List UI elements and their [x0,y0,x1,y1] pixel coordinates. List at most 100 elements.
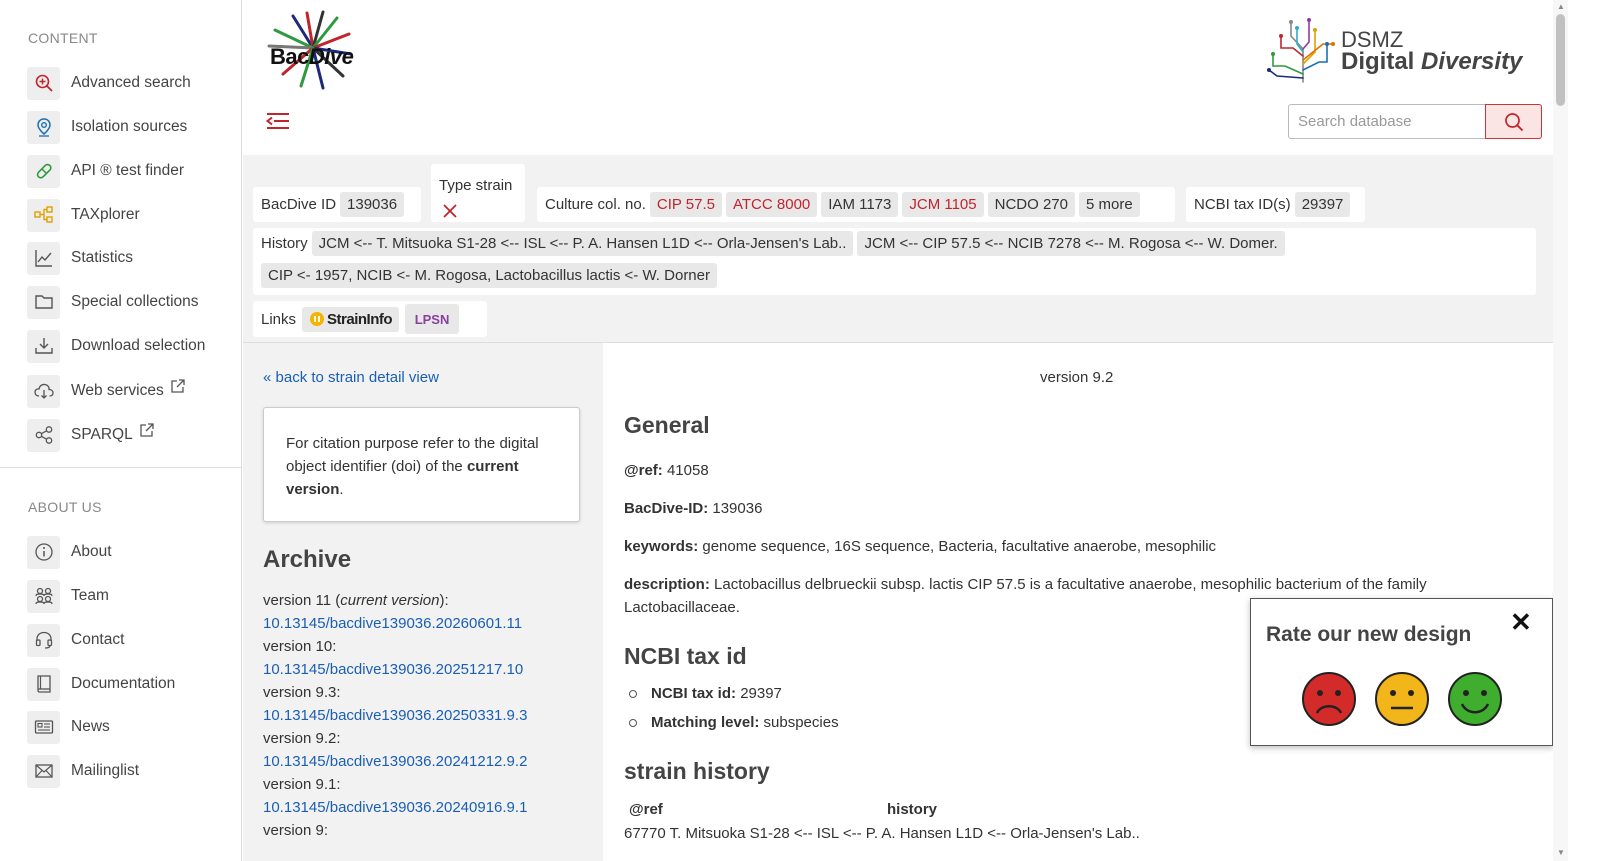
type-strain-label: Type strain [439,177,513,194]
straininfo-link[interactable]: StrainInfo [302,306,400,332]
sidebar-item-label: Web services [71,382,164,399]
culture-chip[interactable]: JCM 1105 [902,192,984,217]
external-link-icon [140,423,154,437]
culture-chip: NCDO 270 [987,192,1075,217]
version-label: version 9.3: [263,684,341,701]
history-chip: JCM <-- CIP 57.5 <-- NCIB 7278 <-- M. Ro… [857,231,1285,256]
doi-link[interactable]: 10.13145/bacdive139036.20250331.9.3 [263,704,527,727]
field-keywords: keywords: genome sequence, 16S sequence,… [624,535,1216,558]
dsmz-subtitle-digital: Digital [1341,48,1422,75]
culture-chip[interactable]: ATCC 8000 [726,192,818,217]
sidebar-item-label: TAXplorer [71,206,140,223]
ncbi-tax-card: NCBI tax ID(s) 29397 [1186,187,1365,222]
menu-collapse-icon[interactable] [265,110,291,132]
ncbi-taxid-label: NCBI tax id: [651,685,737,702]
sidebar-item-label: Documentation [71,675,176,692]
archive-title: Archive [263,546,352,573]
sidebar-item-mailinglist[interactable]: Mailinglist [27,754,237,788]
sidebar-item-special-collections[interactable]: Special collections [27,285,237,319]
sad-face-icon[interactable] [1301,671,1357,727]
sidebar-item-about[interactable]: About [27,535,237,569]
straininfo-label: StrainInfo [327,310,393,328]
bacdive-id-label: BacDive ID [261,196,337,213]
field-ref: @ref: 41058 [624,459,709,482]
header: BacDive DSMZ Digital Diversity [243,0,1553,155]
sidebar-item-download-selection[interactable]: Download selection [27,329,237,363]
sidebar-item-label: News [71,718,110,735]
book-icon [27,667,60,701]
sidebar-item-statistics[interactable]: Statistics [27,241,237,275]
bacdive-id-chip: 139036 [340,192,405,217]
share-nodes-icon [27,418,60,452]
section-general-title: General [624,412,710,438]
sidebar-item-news[interactable]: News [27,710,237,744]
close-icon [443,204,457,218]
sidebar-item-label: Download selection [71,337,206,354]
folder-icon [27,285,60,319]
citation-note: For citation purpose refer to the digita… [263,407,580,522]
lpsn-link[interactable]: LPSN [405,304,460,334]
close-popup-button[interactable]: ✕ [1510,609,1532,635]
pill-icon [27,154,60,188]
sidebar-item-api-test-finder[interactable]: API ® test finder [27,154,237,188]
sidebar-item-taxplorer[interactable]: TAXplorer [27,198,237,232]
more-culture-button[interactable]: 5 more [1078,192,1140,217]
sidebar-item-isolation-sources[interactable]: Isolation sources [27,110,237,144]
about-section-title: ABOUT US [28,499,102,515]
map-pin-icon [27,110,60,144]
links-card: Links StrainInfo LPSN [253,301,487,337]
doi-link[interactable]: 10.13145/bacdive139036.20241212.9.2 [263,750,527,773]
sidebar-item-label: API ® test finder [71,162,185,179]
version-label-text: version 11 ( [263,592,341,609]
headset-icon [27,623,60,657]
citation-end: . [339,481,344,498]
search-plus-icon [27,66,60,100]
history-row: 67770 T. Mitsuoka S1-28 <-- ISL <-- P. A… [624,822,1140,845]
search-input[interactable] [1288,104,1486,139]
scrollbar-thumb[interactable] [1556,14,1565,106]
logo-text-dive: Dive [308,44,354,69]
sidebar-item-advanced-search[interactable]: Advanced search [27,66,237,100]
version-label: version 11 (current version): [263,589,527,612]
section-history-title: strain history [624,758,770,784]
sidebar-item-sparql[interactable]: SPARQL [27,418,237,452]
links-label: Links [261,310,297,328]
doi-link[interactable]: 10.13145/bacdive139036.20251217.10 [263,658,527,681]
lpsn-label: LPSN [414,311,450,327]
happy-face-icon[interactable] [1447,671,1503,727]
field-ref-value: 41058 [666,462,709,479]
scroll-up-icon[interactable]: ▲ [1557,2,1565,11]
sidebar-item-label: About [71,543,112,560]
sidebar-item-label: Team [71,587,109,604]
version-current-text: current version [340,592,440,609]
sidebar-item-contact[interactable]: Contact [27,623,237,657]
search-icon [1504,112,1523,131]
history-chip: JCM <-- T. Mitsuoka S1-28 <-- ISL <-- P.… [311,231,854,256]
culture-chip[interactable]: CIP 57.5 [649,192,722,217]
sidebar-item-documentation[interactable]: Documentation [27,667,237,701]
dsmz-logo[interactable] [1263,14,1343,84]
history-row-text: T. Mitsuoka S1-28 <-- ISL <-- P. A. Hans… [669,825,1140,842]
sidebar-item-team[interactable]: Team [27,579,237,613]
bacdive-logo-text: BacDive [270,44,354,70]
version-label: version 9.2 [1040,369,1114,386]
page-scrollbar[interactable]: ▲ ▼ [1553,0,1568,861]
field-keywords-label: keywords: [624,538,699,555]
scroll-down-icon[interactable]: ▼ [1557,848,1565,857]
version-label: version 9.2: [263,730,341,747]
logo-text-bac: Bac [270,44,309,69]
field-ref-label: @ref: [624,462,663,479]
back-to-strain-link[interactable]: « back to strain detail view [263,369,439,386]
doi-link[interactable]: 10.13145/bacdive139036.20240916.9.1 [263,796,527,819]
info-icon [27,535,60,569]
neutral-face-icon[interactable] [1374,671,1430,727]
field-bacdive-value: 139036 [712,500,763,517]
line-chart-icon [27,241,60,275]
ncbi-tax-chip: 29397 [1294,192,1351,217]
version-suffix: ): [439,592,449,609]
sidebar-item-label: Contact [71,631,125,648]
search-button[interactable] [1485,104,1542,139]
sidebar-item-web-services[interactable]: Web services [27,374,237,408]
doi-link[interactable]: 10.13145/bacdive139036.20260601.11 [263,612,527,635]
history-chip: CIP <- 1957, NCIB <- M. Rogosa, Lactobac… [261,263,717,288]
